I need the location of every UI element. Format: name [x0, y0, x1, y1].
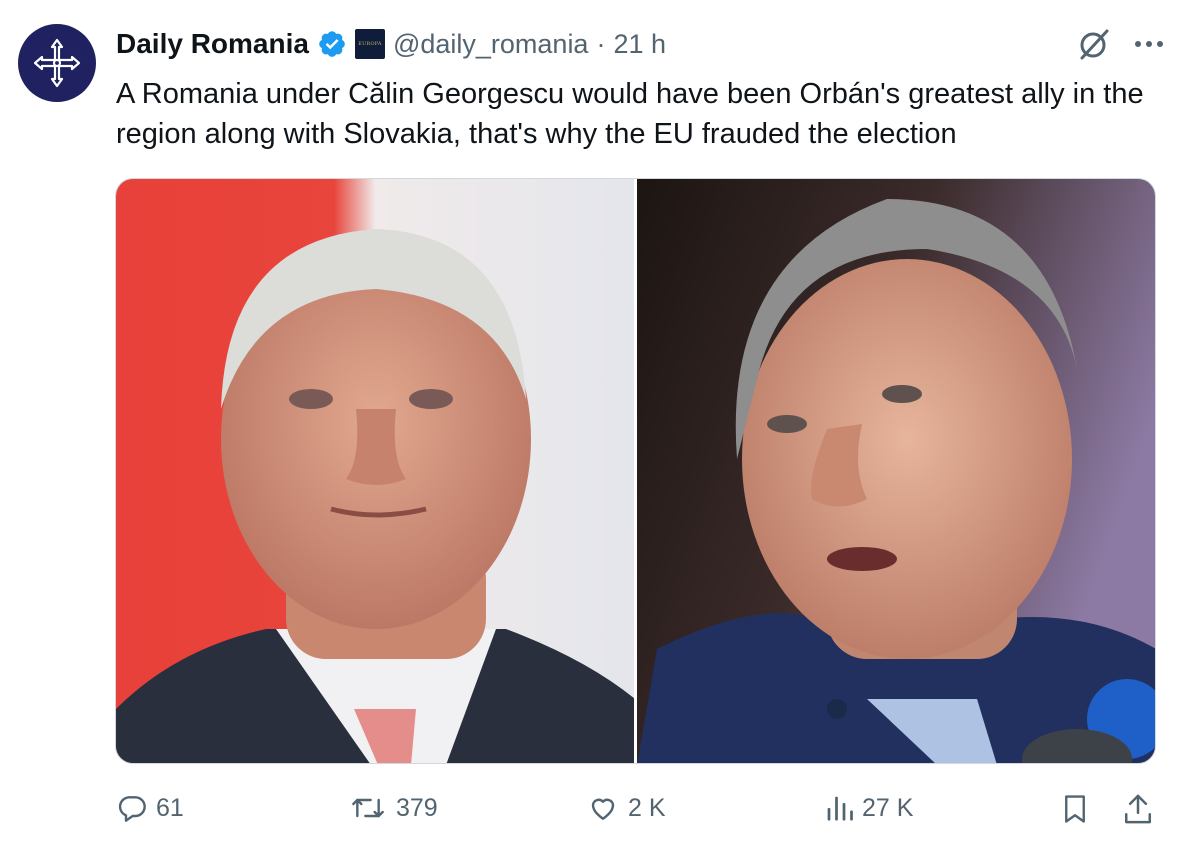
avatar[interactable] [18, 24, 96, 102]
affiliate-badge[interactable]: EUROPA [354, 29, 385, 59]
tweet-header: Daily Romania EUROPA @daily_romania · 21… [116, 22, 666, 66]
views-icon [827, 796, 853, 821]
action-bar: 61 379 2 K 27 K [0, 786, 1200, 832]
more-icon[interactable] [1134, 39, 1164, 49]
bookmark-button[interactable] [1060, 792, 1090, 826]
bookmark-icon [1065, 795, 1085, 823]
grok-icon[interactable] [1076, 26, 1112, 62]
views-count: 27 K [862, 793, 914, 822]
timestamp[interactable]: 21 h [613, 29, 666, 60]
tweet-text: A Romania under Călin Georgescu would ha… [116, 78, 1144, 150]
header-actions [1076, 26, 1164, 62]
separator-dot: · [596, 28, 606, 59]
author-name[interactable]: Daily Romania [116, 28, 309, 60]
reply-count: 61 [156, 793, 184, 822]
repost-icon [352, 798, 384, 818]
like-icon [591, 798, 615, 820]
portrait-left-image [116, 179, 634, 763]
media-grid [115, 178, 1156, 764]
repost-button[interactable]: 379 [348, 792, 438, 824]
author-handle[interactable]: @daily_romania [393, 29, 589, 60]
like-count: 2 K [628, 793, 666, 822]
like-button[interactable]: 2 K [586, 792, 666, 824]
romanian-cross-icon [33, 38, 81, 88]
verified-badge-icon[interactable] [317, 29, 347, 59]
repost-count: 379 [396, 793, 438, 822]
views-button[interactable]: 27 K [824, 792, 913, 824]
photo-right[interactable] [637, 179, 1155, 763]
share-button[interactable] [1122, 792, 1154, 826]
photo-left[interactable] [116, 179, 634, 763]
reply-icon [118, 796, 146, 822]
share-icon [1124, 794, 1152, 824]
reply-button[interactable]: 61 [116, 792, 184, 824]
portrait-right-image [637, 179, 1155, 763]
affiliate-badge-label: EUROPA [358, 41, 382, 47]
